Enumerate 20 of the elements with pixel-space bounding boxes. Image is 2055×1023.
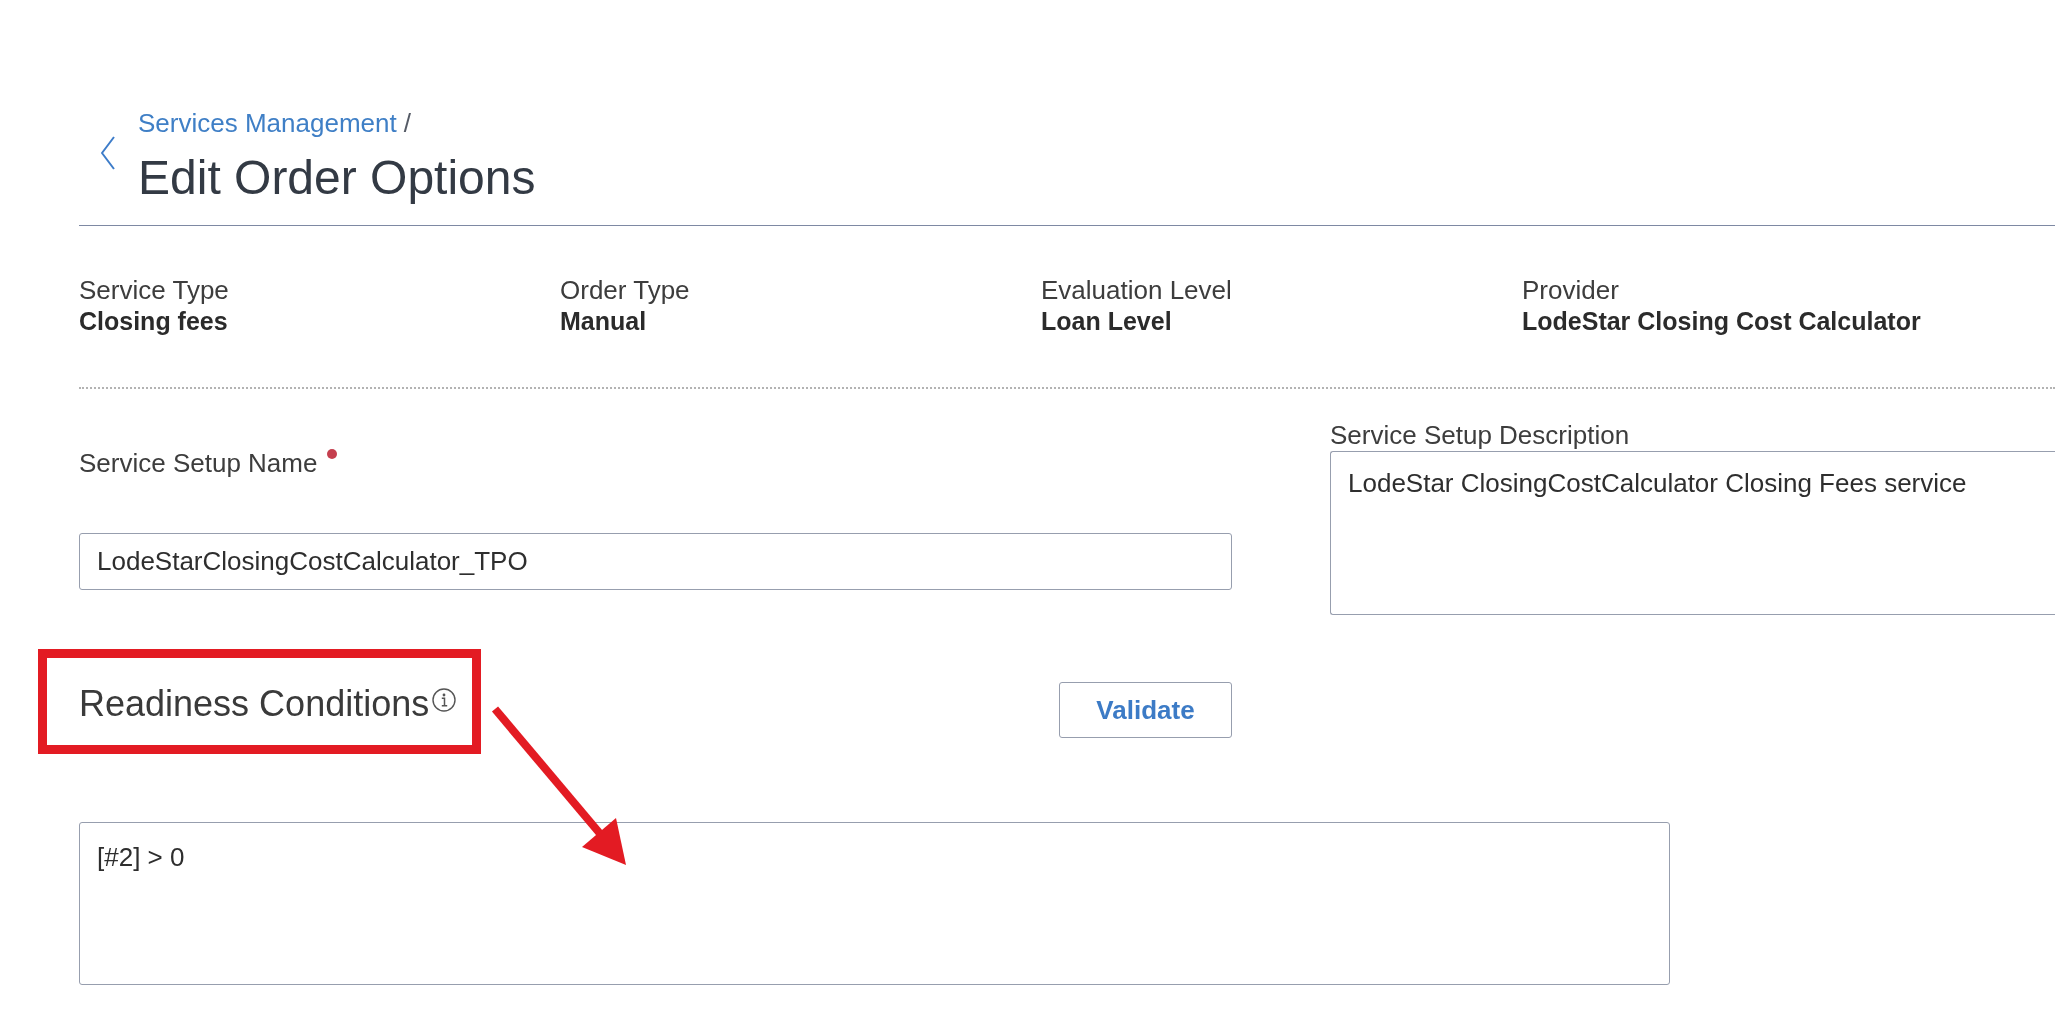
info-icon[interactable] xyxy=(432,688,457,712)
service-setup-name-input[interactable]: LodeStarClosingCostCalculator_TPO xyxy=(79,533,1232,590)
summary-value: LodeStar Closing Cost Calculator xyxy=(1522,306,1921,337)
field-label: Service Setup Description xyxy=(1330,420,1630,451)
back-chevron-icon[interactable] xyxy=(101,136,115,170)
summary-value: Manual xyxy=(560,306,647,337)
field-label: Service Setup Name xyxy=(79,448,318,479)
validate-button[interactable]: Validate xyxy=(1059,682,1232,738)
summary-label: Order Type xyxy=(560,275,690,306)
summary-value: Loan Level xyxy=(1041,306,1172,337)
page-title: Edit Order Options xyxy=(138,150,536,206)
summary-label: Service Type xyxy=(79,275,229,306)
summary-label: Provider xyxy=(1522,275,1619,306)
service-setup-description-textarea[interactable]: LodeStar ClosingCostCalculator Closing Fees service xyxy=(1330,451,2055,615)
summary-label: Evaluation Level xyxy=(1041,275,1232,306)
breadcrumb-separator: / xyxy=(403,108,411,139)
breadcrumb-link[interactable]: Services Management xyxy=(138,108,397,139)
section-title: Readiness Conditions xyxy=(79,682,430,725)
summary-value: Closing fees xyxy=(79,306,228,337)
readiness-conditions-textarea[interactable]: [#2] > 0 xyxy=(79,822,1670,985)
